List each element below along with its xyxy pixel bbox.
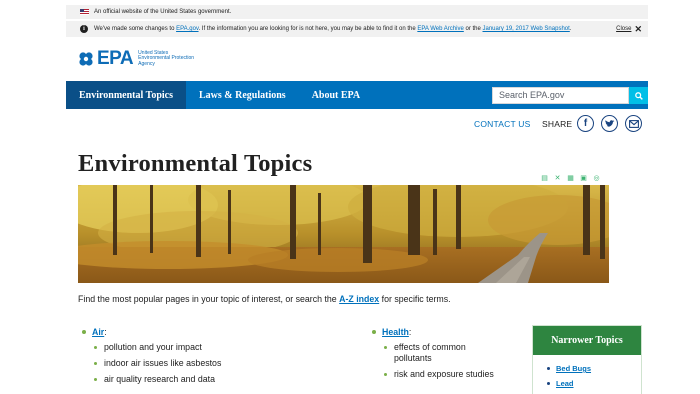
topic-health-colon: : <box>408 327 412 337</box>
us-flag-icon <box>80 9 89 15</box>
list-item[interactable]: risk and exposure studies <box>384 369 494 380</box>
export-icon[interactable]: ▣ <box>579 175 588 183</box>
nav-environmental-topics[interactable]: Environmental Topics <box>66 81 187 109</box>
share-label: SHARE <box>542 119 573 129</box>
table-icon[interactable]: ▦ <box>566 175 575 183</box>
notice-text-or: or the <box>463 26 483 32</box>
topic-health: Health: effects of common pollutants risk… <box>372 327 494 380</box>
expand-icon[interactable]: ✕ <box>553 175 562 183</box>
epa-logo[interactable]: EPA United States Environmental Protecti… <box>78 48 218 70</box>
notice-text-end: . <box>569 26 572 32</box>
close-icon[interactable]: ✕ <box>634 24 642 35</box>
close-link[interactable]: Close <box>616 26 631 32</box>
gov-banner-text: An official website of the United States… <box>94 9 232 15</box>
topic-air-link[interactable]: Air <box>92 327 104 337</box>
topic-health-list: effects of common pollutants risk and exp… <box>384 342 494 380</box>
autumn-forest-road-image <box>78 185 609 283</box>
intro-text-pre: Find the most popular pages in your topi… <box>78 294 340 304</box>
facebook-share-icon[interactable]: f <box>577 115 594 132</box>
list-item: Lead <box>547 376 641 391</box>
list-item-line-2: pollutants <box>394 353 432 363</box>
notice-text: We've made some changes to EPA.gov. If t… <box>94 26 571 32</box>
page-tools: ▤ ✕ ▦ ▣ ◎ <box>540 175 601 183</box>
page-title: Environmental Topics <box>78 150 313 177</box>
topic-health-heading: Health: <box>372 327 494 337</box>
page: An official website of the United States… <box>66 0 648 394</box>
bed-bugs-link[interactable]: Bed Bugs <box>556 364 591 373</box>
notice-text-pre: We've made some changes to <box>94 26 177 32</box>
info-icon: i <box>80 25 88 33</box>
email-share-icon[interactable] <box>625 115 642 132</box>
contact-us-link[interactable]: CONTACT US <box>474 119 530 129</box>
intro-text-post: for specific terms. <box>379 294 451 304</box>
notice-text-mid: . If the information you are looking for… <box>198 26 418 32</box>
a-z-index-link[interactable]: A-Z index <box>339 294 379 304</box>
lead-link[interactable]: Lead <box>556 379 574 388</box>
gov-banner: An official website of the United States… <box>66 5 648 19</box>
logo-subtitle-line-3: Agency <box>138 60 155 67</box>
narrower-topics-list: Bed Bugs Lead <box>533 355 641 391</box>
search-icon <box>634 91 643 100</box>
close-notice-button[interactable]: Close ✕ <box>616 21 642 37</box>
epa-logo-subtitle: United States Environmental Protection A… <box>138 50 218 68</box>
changes-notice: i We've made some changes to EPA.gov. If… <box>66 21 648 37</box>
narrower-topics-box: Narrower Topics Bed Bugs Lead <box>532 325 642 394</box>
print-icon[interactable]: ▤ <box>540 175 549 183</box>
main-nav: Environmental Topics Laws & Regulations … <box>66 81 648 109</box>
bullet-icon <box>372 330 376 334</box>
epa-flower-icon <box>78 51 94 67</box>
web-snapshot-link[interactable]: January 19, 2017 Web Snapshot <box>483 26 570 32</box>
search-input[interactable]: Search EPA.gov <box>492 87 629 104</box>
bullet-icon <box>82 330 86 334</box>
epa-gov-link[interactable]: EPA.gov <box>176 26 198 32</box>
list-item[interactable]: effects of common pollutants <box>384 342 494 364</box>
topic-air-heading: Air: <box>82 327 221 337</box>
intro-text: Find the most popular pages in your topi… <box>78 294 451 304</box>
narrower-topics-title: Narrower Topics <box>533 326 641 355</box>
topic-health-link[interactable]: Health <box>382 327 409 337</box>
topic-air: Air: pollution and your impact indoor ai… <box>82 327 221 385</box>
twitter-share-icon[interactable] <box>601 115 618 132</box>
epa-logo-text: EPA <box>97 48 134 69</box>
list-item: Bed Bugs <box>547 361 641 376</box>
nav-laws-regulations[interactable]: Laws & Regulations <box>186 81 299 109</box>
topic-air-colon: : <box>104 327 107 337</box>
topic-air-list: pollution and your impact indoor air iss… <box>94 342 221 385</box>
settings-icon[interactable]: ◎ <box>592 175 601 183</box>
list-item[interactable]: air quality research and data <box>94 374 221 385</box>
list-item[interactable]: indoor air issues like asbestos <box>94 358 221 369</box>
list-item-line-1: effects of common <box>394 342 466 352</box>
epa-web-archive-link[interactable]: EPA Web Archive <box>417 26 463 32</box>
list-item[interactable]: pollution and your impact <box>94 342 221 353</box>
search-button[interactable] <box>629 87 648 104</box>
nav-about-epa[interactable]: About EPA <box>299 81 373 109</box>
